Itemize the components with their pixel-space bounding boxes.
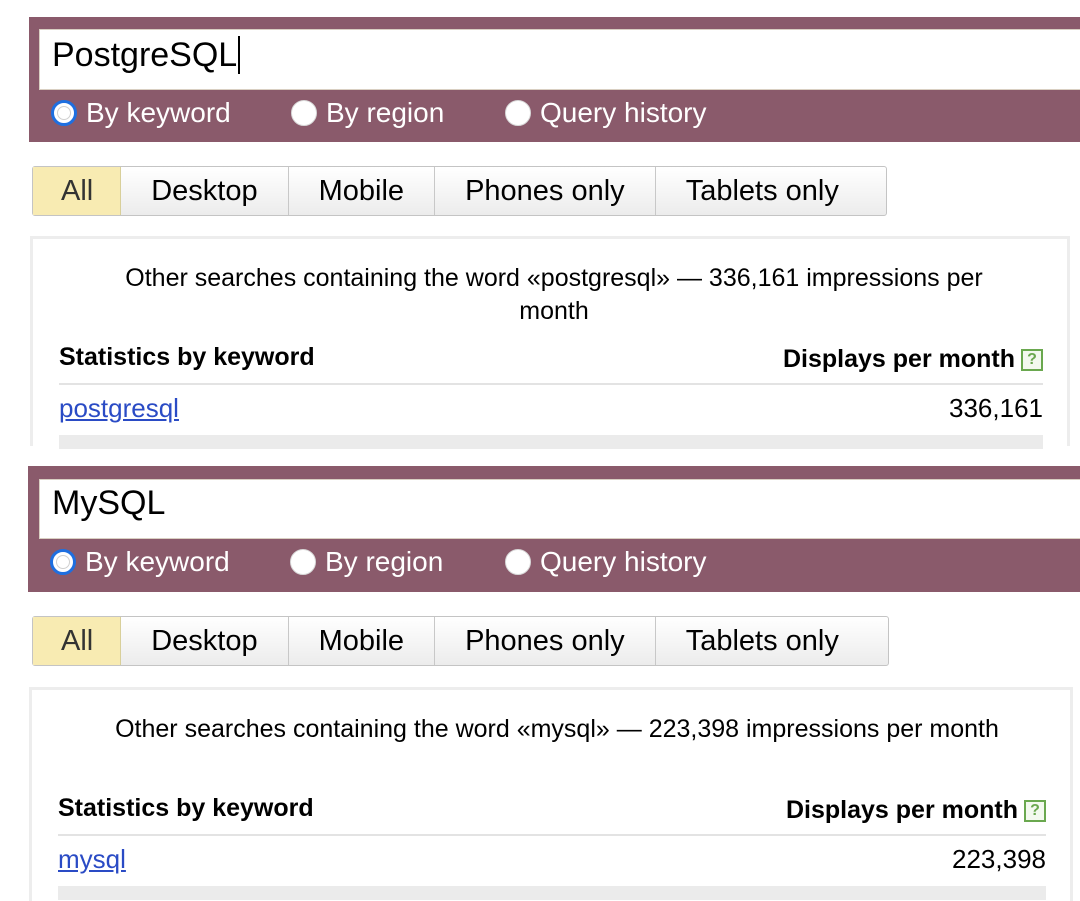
- table-row: mysql 223,398: [58, 844, 1046, 884]
- keyword-link[interactable]: mysql: [58, 844, 126, 875]
- search-input-value: MySQL: [52, 484, 166, 522]
- stats-box: Other searches containing the word «post…: [30, 236, 1070, 449]
- radio-label: Query history: [540, 546, 707, 577]
- radio-label: By keyword: [86, 97, 231, 128]
- tab-all[interactable]: All: [33, 617, 122, 665]
- radio-checked-icon: [50, 549, 76, 575]
- tab-tablets-only[interactable]: Tablets only: [656, 617, 869, 665]
- search-band: PostgreSQL By keyword By region Query hi…: [29, 17, 1080, 142]
- tab-phones-only[interactable]: Phones only: [435, 617, 656, 665]
- help-icon[interactable]: ?: [1021, 348, 1043, 371]
- radio-unchecked-icon: [291, 100, 317, 126]
- tab-all[interactable]: All: [33, 167, 122, 215]
- keyword-link[interactable]: postgresql: [59, 393, 179, 424]
- summary-text: Other searches containing the word «mysq…: [115, 715, 999, 743]
- radio-by-region[interactable]: By region: [291, 95, 444, 131]
- radio-unchecked-icon: [505, 100, 531, 126]
- column-header-keyword: Statistics by keyword: [58, 794, 314, 822]
- row-strip: [59, 435, 1043, 449]
- radio-label: By keyword: [85, 546, 230, 577]
- search-input-value: PostgreSQL: [52, 36, 238, 74]
- row-strip: [58, 886, 1046, 900]
- keyword-count: 336,161: [949, 393, 1043, 423]
- search-input[interactable]: MySQL: [39, 479, 1080, 539]
- radio-by-keyword[interactable]: By keyword: [50, 544, 230, 580]
- radio-checked-icon: [51, 100, 77, 126]
- table-row: postgresql 336,161: [59, 393, 1043, 433]
- radio-label: By region: [325, 546, 444, 577]
- device-tabs: All Desktop Mobile Phones only Tablets o…: [32, 166, 887, 216]
- search-input[interactable]: PostgreSQL: [39, 29, 1080, 90]
- stats-box: Other searches containing the word «mysq…: [29, 687, 1073, 901]
- tab-mobile[interactable]: Mobile: [289, 167, 436, 215]
- radio-by-keyword[interactable]: By keyword: [51, 95, 231, 131]
- radio-query-history[interactable]: Query history: [505, 544, 707, 580]
- device-tabs: All Desktop Mobile Phones only Tablets o…: [32, 616, 889, 666]
- column-header-displays-label: Displays per month: [783, 345, 1015, 373]
- tab-desktop[interactable]: Desktop: [121, 617, 289, 665]
- column-header-keyword: Statistics by keyword: [59, 343, 315, 371]
- column-header-displays: Displays per month ?: [783, 345, 1043, 374]
- radio-label: Query history: [540, 97, 707, 128]
- search-band: MySQL By keyword By region Query history: [28, 466, 1080, 592]
- column-header-displays-label: Displays per month: [786, 796, 1018, 824]
- stats-header: Statistics by keyword Displays per month…: [59, 343, 1043, 385]
- keyword-count: 223,398: [952, 844, 1046, 874]
- column-header-displays: Displays per month ?: [786, 796, 1046, 825]
- tab-tablets-only[interactable]: Tablets only: [656, 167, 869, 215]
- search-mode-radios: By keyword By region Query history: [29, 95, 1080, 131]
- help-icon[interactable]: ?: [1024, 799, 1046, 822]
- search-mode-radios: By keyword By region Query history: [28, 544, 1080, 580]
- tab-phones-only[interactable]: Phones only: [435, 167, 656, 215]
- radio-query-history[interactable]: Query history: [505, 95, 707, 131]
- text-caret: [238, 36, 241, 74]
- radio-unchecked-icon: [290, 549, 316, 575]
- tab-desktop[interactable]: Desktop: [121, 167, 289, 215]
- summary-text: Other searches containing the word «post…: [125, 264, 983, 325]
- tab-mobile[interactable]: Mobile: [289, 617, 436, 665]
- radio-label: By region: [326, 97, 445, 128]
- radio-unchecked-icon: [505, 549, 531, 575]
- stats-header: Statistics by keyword Displays per month…: [58, 794, 1046, 836]
- radio-by-region[interactable]: By region: [290, 544, 443, 580]
